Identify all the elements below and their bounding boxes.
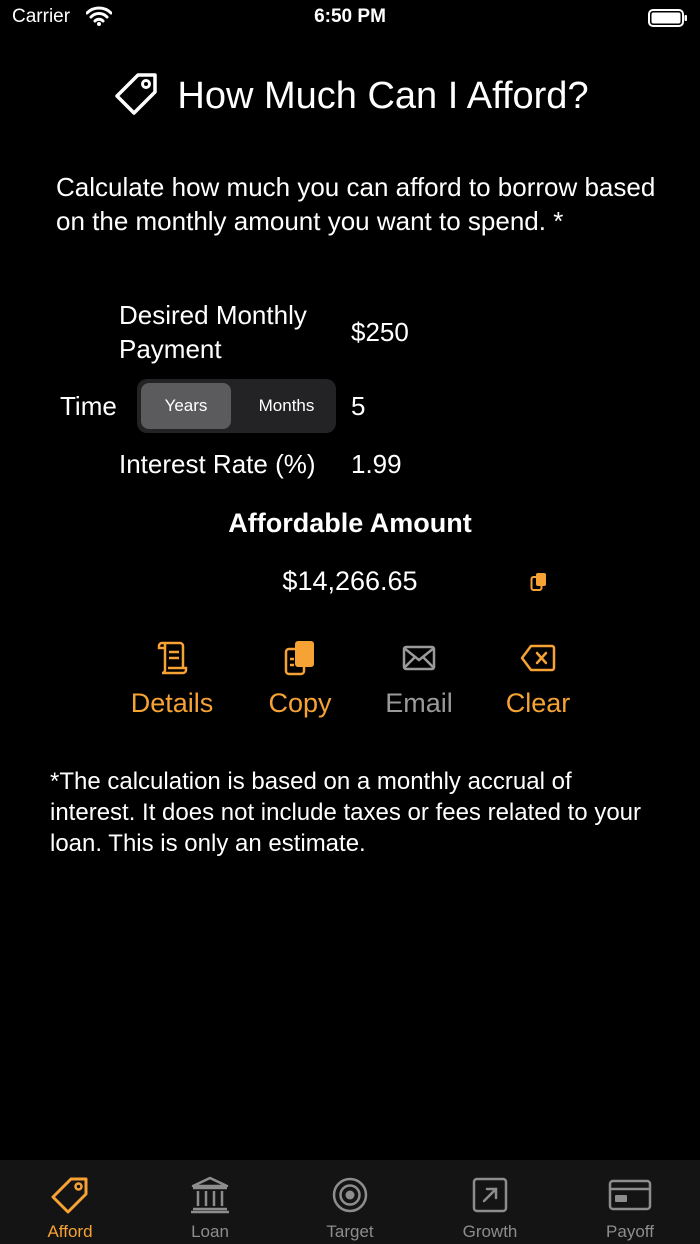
tab-growth[interactable]: Growth bbox=[420, 1174, 560, 1242]
tab-afford-label: Afford bbox=[47, 1222, 93, 1241]
tag-icon bbox=[111, 69, 161, 124]
tab-payoff[interactable]: Payoff bbox=[560, 1174, 700, 1242]
credit-card-icon bbox=[560, 1174, 700, 1216]
scroll-icon bbox=[112, 638, 232, 678]
battery-icon bbox=[648, 9, 688, 32]
payment-input[interactable]: $250 bbox=[351, 315, 409, 349]
tab-loan-label: Loan bbox=[191, 1222, 229, 1241]
segment-years[interactable]: Years bbox=[141, 383, 231, 429]
clear-button[interactable]: Clear bbox=[478, 638, 598, 719]
tag-icon bbox=[0, 1174, 140, 1216]
affordable-amount-heading: Affordable Amount bbox=[228, 508, 472, 538]
intro-text: Calculate how much you can afford to bor… bbox=[56, 172, 656, 236]
segment-months[interactable]: Months bbox=[237, 383, 336, 429]
time-input[interactable]: 5 bbox=[351, 389, 365, 423]
tab-bar: Afford Loan Target Growth Payoff bbox=[0, 1160, 700, 1244]
status-bar: Carrier 6:50 PM bbox=[0, 0, 700, 36]
footnote-text: *The calculation is based on a monthly a… bbox=[50, 768, 641, 857]
tab-target[interactable]: Target bbox=[280, 1174, 420, 1242]
interest-rate-input[interactable]: 1.99 bbox=[351, 447, 402, 481]
interest-rate-label: Interest Rate (%) bbox=[119, 449, 316, 479]
delete-icon bbox=[478, 638, 598, 678]
copy-button[interactable]: Copy bbox=[240, 638, 360, 719]
affordable-amount-value: $14,266.65 bbox=[282, 566, 418, 596]
email-label: Email bbox=[385, 688, 453, 718]
status-time: 6:50 PM bbox=[314, 6, 386, 27]
clear-label: Clear bbox=[505, 688, 571, 718]
bank-icon bbox=[140, 1174, 280, 1216]
copy-label: Copy bbox=[268, 688, 332, 718]
copy-icon bbox=[240, 638, 360, 678]
time-unit-segmented-control[interactable]: Years Months bbox=[137, 379, 336, 433]
time-label: Time bbox=[60, 391, 117, 421]
arrow-up-right-square-icon bbox=[420, 1174, 560, 1216]
details-button[interactable]: Details bbox=[112, 638, 232, 719]
action-bar: Details Copy Email Clear bbox=[0, 638, 700, 728]
tab-afford[interactable]: Afford bbox=[0, 1174, 140, 1242]
tab-payoff-label: Payoff bbox=[606, 1222, 654, 1241]
page-title: How Much Can I Afford? bbox=[177, 74, 589, 117]
tab-growth-label: Growth bbox=[462, 1222, 518, 1241]
tab-loan[interactable]: Loan bbox=[140, 1174, 280, 1242]
tab-target-label: Target bbox=[326, 1222, 374, 1241]
payment-label: Desired Monthly Payment bbox=[119, 300, 307, 364]
envelope-icon bbox=[359, 638, 479, 678]
details-label: Details bbox=[130, 688, 214, 718]
copy-amount-icon[interactable] bbox=[530, 572, 548, 597]
target-icon bbox=[280, 1174, 420, 1216]
email-button[interactable]: Email bbox=[359, 638, 479, 719]
page-header: How Much Can I Afford? bbox=[0, 66, 700, 126]
